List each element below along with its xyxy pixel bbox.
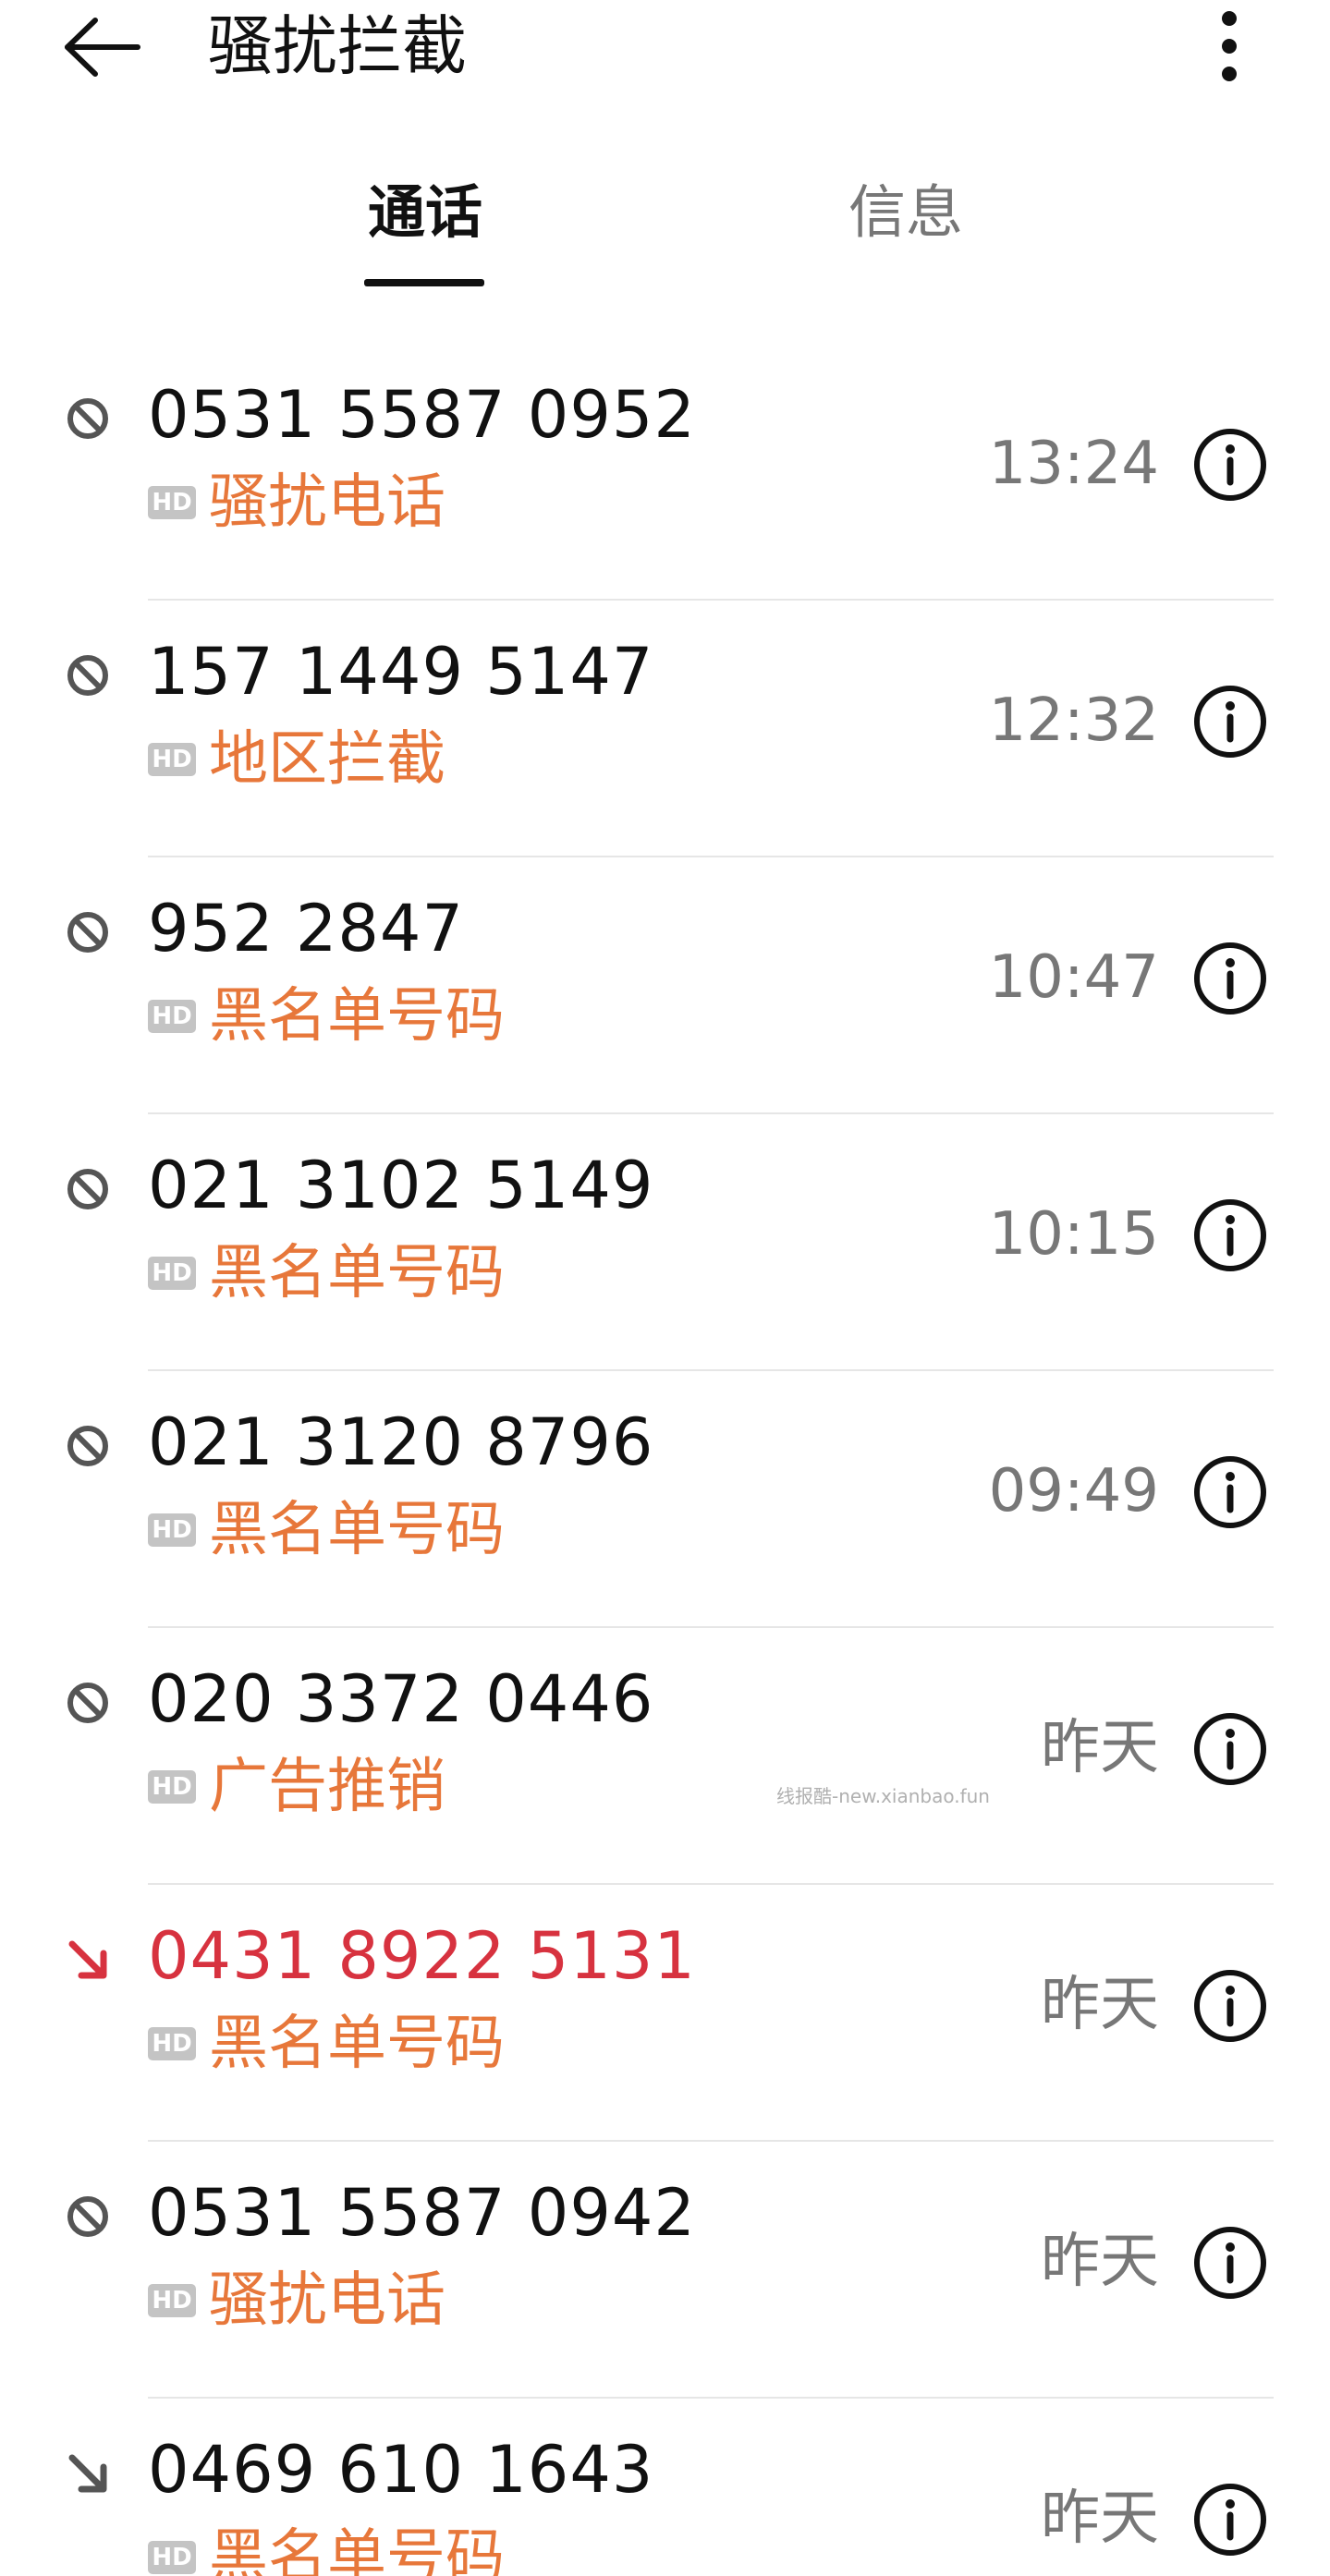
blocked-icon xyxy=(65,652,111,699)
hd-badge: HD xyxy=(148,486,196,519)
call-time: 昨天 xyxy=(1041,2485,1159,2553)
tag-label: 骚扰电话 xyxy=(209,2266,445,2335)
back-button[interactable] xyxy=(55,6,148,89)
tag-label: 骚扰电话 xyxy=(209,468,445,537)
call-row[interactable]: 157 1449 5147 HD 地区拦截 12:32 xyxy=(0,601,1330,857)
blocked-icon xyxy=(65,909,111,955)
info-icon[interactable] xyxy=(1192,1711,1268,1787)
call-row[interactable]: 021 3102 5149 HD 黑名单号码 10:15 xyxy=(0,1114,1330,1371)
tag-label: 黑名单号码 xyxy=(209,1239,505,1307)
call-tag: HD 黑名单号码 xyxy=(148,2007,505,2081)
tag-label: 黑名单号码 xyxy=(209,2523,505,2576)
call-time: 10:15 xyxy=(988,1200,1159,1269)
call-row[interactable]: 0531 5587 0942 HD 骚扰电话 昨天 xyxy=(0,2142,1330,2399)
call-time: 12:32 xyxy=(988,687,1159,755)
call-time: 09:49 xyxy=(988,1457,1159,1525)
info-icon[interactable] xyxy=(1192,1968,1268,2044)
call-tag: HD 黑名单号码 xyxy=(148,1236,505,1310)
phone-number: 0469 610 1643 xyxy=(148,2432,654,2508)
call-tag: HD 骚扰电话 xyxy=(148,466,445,540)
blocked-icon xyxy=(65,395,111,442)
blocked-icon xyxy=(65,1680,111,1726)
phone-number: 952 2847 xyxy=(148,891,465,966)
info-icon[interactable] xyxy=(1192,941,1268,1016)
call-time: 昨天 xyxy=(1041,2228,1159,2296)
call-row[interactable]: 021 3120 8796 HD 黑名单号码 09:49 xyxy=(0,1371,1330,1628)
tab-calls[interactable]: 通话 xyxy=(351,166,499,286)
phone-number: 021 3102 5149 xyxy=(148,1148,654,1223)
tag-label: 广告推销 xyxy=(209,1753,445,1821)
call-tag: HD 骚扰电话 xyxy=(148,2264,445,2338)
call-row[interactable]: 0469 610 1643 HD 黑名单号码 昨天 xyxy=(0,2399,1330,2576)
phone-number: 021 3120 8796 xyxy=(148,1404,654,1480)
missed-call-icon xyxy=(65,1937,111,1983)
hd-badge: HD xyxy=(148,1770,196,1804)
call-time: 昨天 xyxy=(1041,1971,1159,2039)
tab-bar: 通话 信息 xyxy=(0,166,1330,296)
call-tag: HD 广告推销 xyxy=(148,1750,445,1824)
tab-messages[interactable]: 信息 xyxy=(832,166,980,277)
blocked-icon xyxy=(65,2193,111,2240)
tag-label: 黑名单号码 xyxy=(209,2010,505,2078)
call-tag: HD 黑名单号码 xyxy=(148,979,505,1053)
blocked-call-list: 0531 5587 0952 HD 骚扰电话 13:24 157 1449 5147 HD… xyxy=(0,344,1330,2576)
phone-number: 0531 5587 0952 xyxy=(148,377,696,453)
blocked-icon xyxy=(65,1166,111,1212)
tab-messages-label: 信息 xyxy=(848,178,963,246)
back-arrow-icon xyxy=(65,18,140,77)
hd-badge: HD xyxy=(148,2027,196,2060)
hd-badge: HD xyxy=(148,2284,196,2317)
info-icon[interactable] xyxy=(1192,684,1268,759)
watermark: 线报酷-new.xianbao.fun xyxy=(776,1785,990,1807)
call-row[interactable]: 020 3372 0446 HD 广告推销 昨天 xyxy=(0,1628,1330,1885)
info-icon[interactable] xyxy=(1192,1454,1268,1530)
call-tag: HD 黑名单号码 xyxy=(148,2521,505,2576)
blocked-icon xyxy=(65,1423,111,1469)
phone-number: 0531 5587 0942 xyxy=(148,2175,696,2251)
hd-badge: HD xyxy=(148,743,196,776)
hd-badge: HD xyxy=(148,1000,196,1033)
call-row[interactable]: 0531 5587 0952 HD 骚扰电话 13:24 xyxy=(0,344,1330,601)
hd-badge: HD xyxy=(148,2541,196,2574)
call-tag: HD 地区拦截 xyxy=(148,723,445,796)
phone-number: 157 1449 5147 xyxy=(148,634,654,710)
call-time: 10:47 xyxy=(988,943,1159,1012)
call-row[interactable]: 952 2847 HD 黑名单号码 10:47 xyxy=(0,857,1330,1114)
tag-label: 黑名单号码 xyxy=(209,1496,505,1564)
info-icon[interactable] xyxy=(1192,1197,1268,1273)
phone-number: 020 3372 0446 xyxy=(148,1661,654,1737)
call-row[interactable]: 0431 8922 5131 HD 黑名单号码 昨天 xyxy=(0,1885,1330,2142)
incoming-call-icon xyxy=(65,2450,111,2497)
hd-badge: HD xyxy=(148,1257,196,1290)
info-icon[interactable] xyxy=(1192,427,1268,503)
call-time: 昨天 xyxy=(1041,1714,1159,1782)
info-icon[interactable] xyxy=(1192,2482,1268,2558)
blocked-calls-screen: 骚扰拦截 通话 信息 0531 5587 0952 HD 骚扰电话 13:24 157 … xyxy=(0,0,1330,2576)
tag-label: 地区拦截 xyxy=(209,725,445,794)
info-icon[interactable] xyxy=(1192,2225,1268,2301)
more-options-button[interactable] xyxy=(1192,4,1266,89)
more-vertical-icon xyxy=(1222,11,1237,81)
hd-badge: HD xyxy=(148,1513,196,1547)
call-time: 13:24 xyxy=(988,430,1159,498)
app-header: 骚扰拦截 xyxy=(0,0,1330,102)
phone-number: 0431 8922 5131 xyxy=(148,1918,696,1994)
tag-label: 黑名单号码 xyxy=(209,982,505,1051)
tab-calls-label: 通话 xyxy=(367,178,482,246)
active-tab-indicator xyxy=(364,279,484,286)
call-tag: HD 黑名单号码 xyxy=(148,1493,505,1567)
page-title: 骚扰拦截 xyxy=(208,8,467,84)
